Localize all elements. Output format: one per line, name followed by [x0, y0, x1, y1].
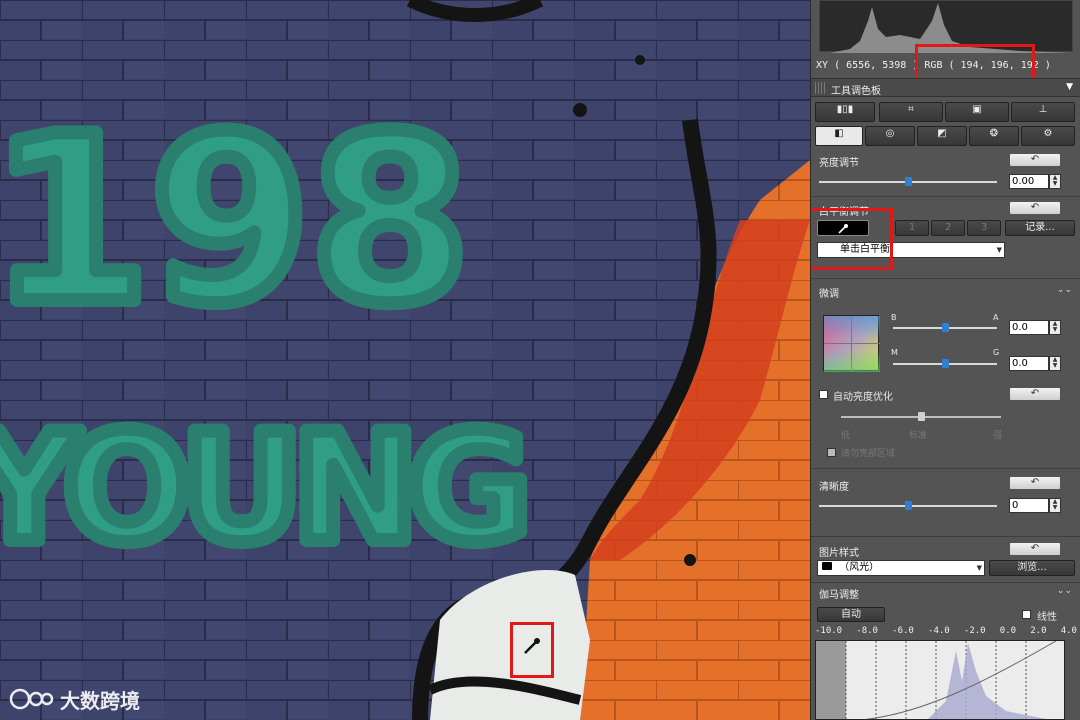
m-label: M	[891, 348, 898, 357]
mg-slider[interactable]	[893, 359, 997, 368]
gamma-scale-label: 4.0	[1060, 626, 1077, 636]
chevron-down-icon: ▼	[976, 564, 982, 572]
gamma-scale-label: -4.0	[928, 626, 950, 636]
watermark-logo-icon	[9, 688, 54, 710]
wb-slot-2-button[interactable]: 2	[931, 220, 965, 236]
palette-header[interactable]: 工具调色板 ▼	[811, 78, 1080, 97]
highlight-option-label: 请勿亮部区域	[841, 449, 896, 459]
tab-settings[interactable]: ⚙	[1021, 126, 1075, 146]
eyedropper-cursor-icon	[522, 636, 542, 656]
crop-tool-button[interactable]: ⌗	[879, 102, 943, 122]
ba-spinner[interactable]: ▲ ▼	[1049, 320, 1061, 335]
wb-record-button[interactable]: 记录...	[1005, 220, 1075, 236]
tool-palette-panel: XY ( 6556, 5398 ) RGB ( 194, 196, 192 ) …	[810, 0, 1080, 720]
gamma-linear-checkbox[interactable]	[1022, 610, 1031, 619]
camera-icon	[822, 562, 832, 570]
picture-style-browse-button[interactable]: 浏览...	[989, 560, 1075, 576]
auto-lighting-slider[interactable]	[841, 412, 1001, 421]
watermark-brand: 大数跨境	[60, 688, 140, 713]
mg-slider-knob[interactable]	[942, 359, 949, 368]
xy-value: ( 6556, 5398 )	[834, 60, 919, 71]
sharpness-label: 清晰度	[819, 482, 849, 493]
gamma-scale-label: 2.0	[1030, 626, 1047, 636]
mg-input[interactable]: 0.0	[1009, 356, 1049, 371]
brightness-slider-knob[interactable]	[905, 177, 912, 186]
tab-lens[interactable]: ◎	[865, 126, 915, 146]
tab-basic-adjust[interactable]: ◧	[815, 126, 863, 146]
palette-title: 工具调色板	[831, 86, 881, 97]
b-label: B	[891, 313, 897, 322]
level-low-label: 低	[841, 431, 851, 441]
gamma-linear-label: 线性	[1037, 612, 1057, 623]
tab-color[interactable]: ❂	[969, 126, 1019, 146]
watermark: 大数跨境	[8, 684, 140, 714]
white-balance-reset-button[interactable]: ↶	[1009, 201, 1061, 215]
rgb-levels-icon: ▮▯▮	[836, 104, 854, 115]
gamma-scale-label: -8.0	[856, 626, 878, 636]
white-balance-highlight	[811, 208, 893, 270]
level-strong-label: 强	[993, 431, 1003, 441]
gear-icon: ⚙	[1043, 128, 1053, 139]
auto-lighting-knob[interactable]	[918, 412, 925, 421]
gamma-scale-label: 0.0	[999, 626, 1017, 636]
fine-tune-label: 微调	[819, 289, 839, 300]
level-standard-label: 标准	[909, 431, 928, 441]
palette-menu-icon[interactable]: ▼	[1066, 82, 1073, 92]
picture-style-select[interactable]: （风光） ▼	[817, 560, 985, 576]
image-box-icon: ▣	[972, 104, 982, 115]
picture-style-value: （风光）	[839, 562, 880, 573]
crop-icon: ⌗	[908, 104, 914, 115]
wb-slot-1-button[interactable]: 1	[895, 220, 929, 236]
fine-tune-collapse-icon[interactable]: ⌄⌄	[1057, 285, 1072, 295]
gamma-scale: -10.0 -8.0 -6.0 -4.0 -2.0 0.0 2.0 4.0	[815, 626, 1077, 636]
sharpness-reset-button[interactable]: ↶	[1009, 476, 1061, 490]
brightness-input[interactable]: 0.00	[1009, 174, 1049, 189]
gamma-label: 伽马调整	[819, 590, 859, 601]
lens-icon: ◎	[885, 128, 895, 139]
photo-canvas: 198 YOUNG	[0, 0, 810, 720]
color-grid[interactable]	[823, 315, 880, 372]
curve-icon: ◩	[937, 128, 947, 139]
ba-slider[interactable]	[893, 323, 997, 332]
sharpness-slider-knob[interactable]	[905, 501, 912, 510]
gamma-auto-button[interactable]: 自动	[817, 607, 885, 622]
brightness-spinner[interactable]: ▲ ▼	[1049, 174, 1061, 189]
picture-style-reset-button[interactable]: ↶	[1009, 542, 1061, 556]
gamma-scale-label: -6.0	[892, 626, 914, 636]
rgb-levels-tool-button[interactable]: ▮▯▮	[815, 102, 875, 122]
graffiti-word: YOUNG	[0, 402, 521, 576]
image-viewer[interactable]: 198 YOUNG 大数跨境	[0, 0, 810, 720]
gamma-graph[interactable]	[815, 640, 1065, 720]
sharpness-slider[interactable]	[819, 501, 997, 510]
brightness-reset-button[interactable]: ↶	[1009, 153, 1061, 167]
mg-spinner[interactable]: ▲ ▼	[1049, 356, 1061, 371]
grip-icon	[815, 82, 825, 94]
color-icon: ❂	[989, 128, 999, 139]
sharpness-spinner[interactable]: ▲ ▼	[1049, 498, 1061, 513]
tab-curve[interactable]: ◩	[917, 126, 967, 146]
graffiti-number: 198	[0, 88, 470, 355]
highlight-option-checkbox[interactable]	[827, 448, 836, 457]
picture-style-label: 图片样式	[819, 548, 859, 559]
basic-adjust-icon: ◧	[834, 128, 844, 139]
auto-lighting-reset-button[interactable]: ↶	[1009, 387, 1061, 401]
gamma-scale-label: -10.0	[815, 626, 843, 636]
image-box-tool-button[interactable]: ▣	[945, 102, 1009, 122]
a-label: A	[993, 313, 999, 322]
auto-lighting-checkbox[interactable]	[819, 390, 828, 399]
brightness-label: 亮度调节	[819, 158, 859, 169]
ba-slider-knob[interactable]	[942, 323, 949, 332]
sharpness-input[interactable]: 0	[1009, 498, 1049, 513]
gamma-scale-label: -2.0	[963, 626, 986, 636]
xy-label: XY	[816, 60, 829, 71]
chevron-down-icon: ▼	[996, 246, 1002, 254]
stamp-tool-button[interactable]: ⊥	[1011, 102, 1075, 122]
g-label: G	[993, 348, 1000, 357]
brightness-slider[interactable]	[819, 177, 997, 186]
stamp-icon: ⊥	[1038, 104, 1048, 115]
ba-input[interactable]: 0.0	[1009, 320, 1049, 335]
wb-slot-3-button[interactable]: 3	[967, 220, 1001, 236]
auto-lighting-label: 自动亮度优化	[833, 392, 893, 403]
gamma-collapse-icon[interactable]: ⌄⌄	[1057, 586, 1072, 596]
